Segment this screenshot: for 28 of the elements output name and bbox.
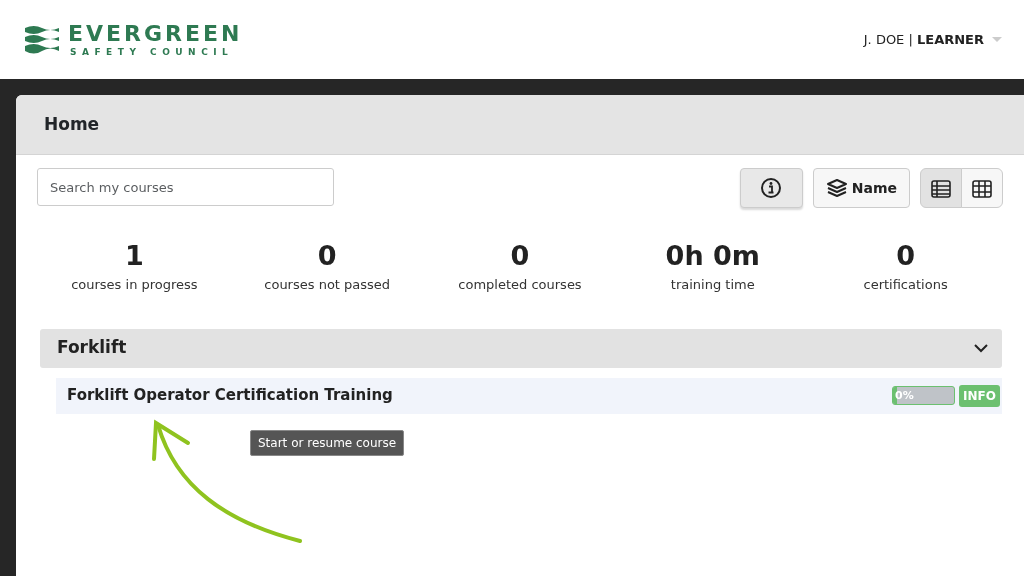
stat-value: 1 <box>124 242 145 269</box>
list-view-button[interactable] <box>920 168 962 208</box>
search-field[interactable]: Search my courses <box>37 168 334 206</box>
info-button[interactable] <box>739 168 803 208</box>
sort-button[interactable]: Name <box>812 168 910 208</box>
stat-label: courses in progress <box>70 276 199 294</box>
layers-icon <box>825 178 848 198</box>
stat-value: 0 <box>895 242 916 269</box>
stat-label: certifications <box>862 276 949 294</box>
stat-label: courses not passed <box>263 276 392 294</box>
stat-label: training time <box>669 276 756 294</box>
stat-value: 0 <box>316 242 338 269</box>
user-menu[interactable]: J. DOE | LEARNER <box>863 29 984 50</box>
info-icon <box>760 177 783 199</box>
brand-name: EVERGREEN <box>68 22 243 45</box>
grid-view-button[interactable] <box>961 168 1003 208</box>
tooltip: Start or resume course <box>250 430 405 456</box>
brand-tagline: SAFETY COUNCIL <box>69 47 235 57</box>
page-title: Home <box>44 112 100 136</box>
stat-value: 0h 0m <box>664 242 761 269</box>
stat-value: 0 <box>509 242 531 269</box>
stat-label: completed courses <box>457 276 583 294</box>
logo-icon <box>24 23 60 56</box>
course-title-link[interactable]: Forklift Operator Certification Training <box>67 384 393 407</box>
list-view-icon <box>931 179 951 198</box>
grid-view-icon <box>972 179 992 198</box>
category-header[interactable]: Forklift <box>40 328 1002 368</box>
chevron-icon <box>974 343 988 353</box>
